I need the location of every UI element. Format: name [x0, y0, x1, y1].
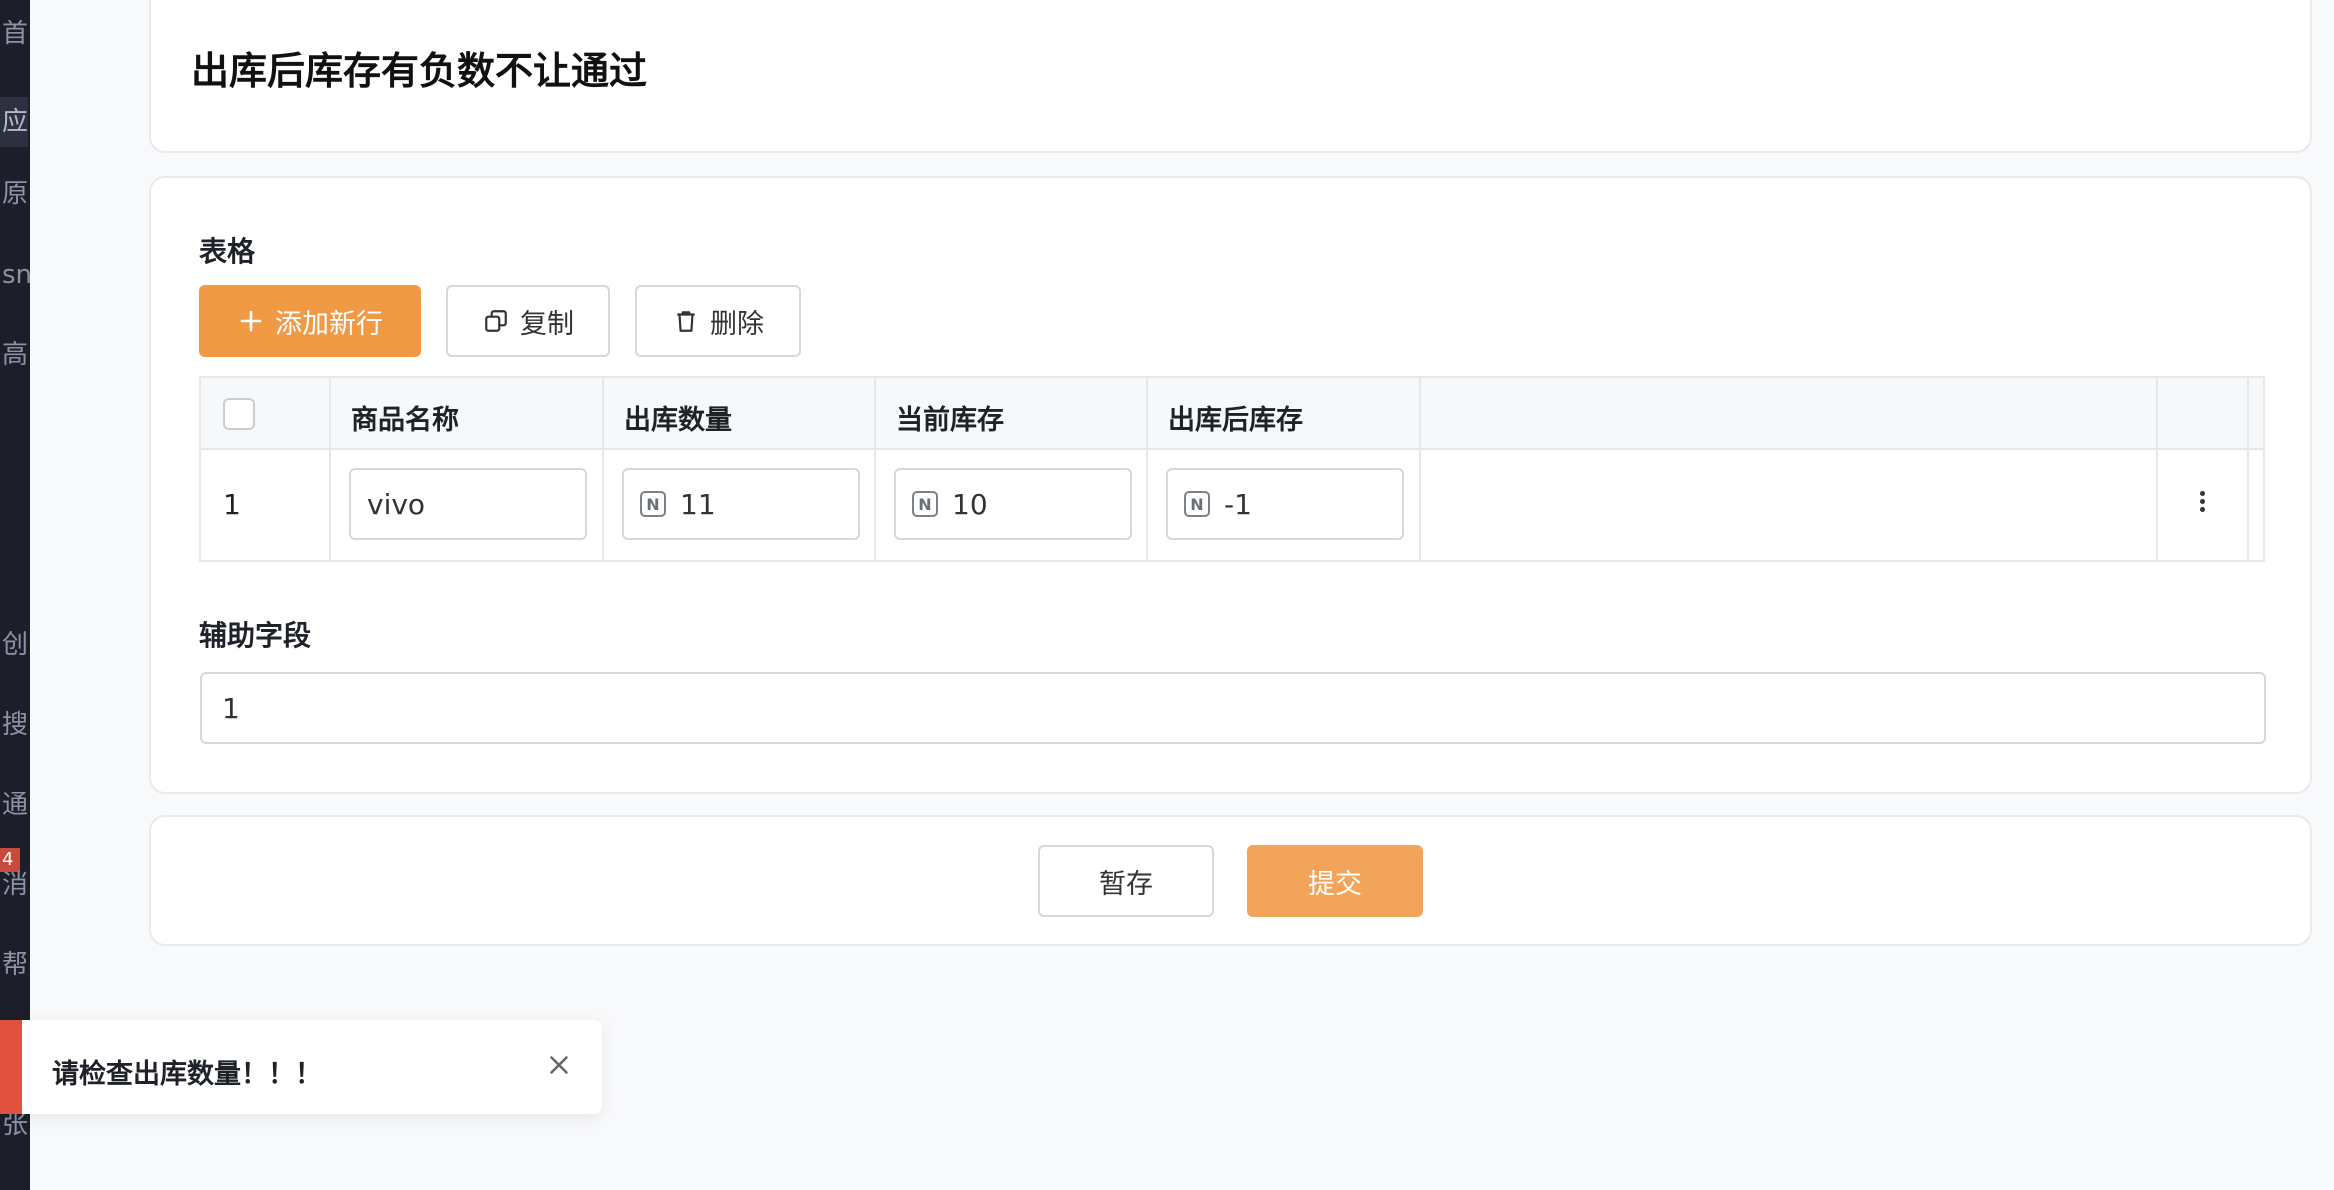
add-row-label: 添加新行 [275, 308, 383, 340]
stock-after-input[interactable]: N -1 [1166, 468, 1404, 540]
stock-after-cell: N -1 [1148, 450, 1421, 560]
sidebar-item-help[interactable]: 帮 [2, 948, 30, 982]
column-header: 当前库存 [876, 378, 1148, 448]
product-name-value: vivo [367, 487, 426, 521]
table-row: 1 vivo N 11 N 10 N -1 [201, 450, 2263, 560]
title-card: 出库后库存有负数不让通过 [149, 0, 2312, 153]
select-all-cell [201, 378, 331, 448]
number-icon: N [1184, 491, 1210, 517]
outbound-qty-value: 11 [680, 487, 716, 521]
sidebar-item-advanced[interactable]: 高 [2, 338, 30, 372]
copy-label: 复制 [520, 308, 574, 340]
copy-button[interactable]: 复制 [446, 285, 610, 357]
current-stock-value: 10 [952, 487, 988, 521]
row-index-cell: 1 [201, 450, 331, 560]
toast-message: 请检查出库数量！！！ [52, 1059, 322, 1090]
column-header-outbound-qty: 出库数量 [624, 405, 732, 436]
table-header: 商品名称 出库数量 当前库存 出库后库存 [201, 378, 2263, 450]
outbound-qty-input[interactable]: N 11 [622, 468, 860, 540]
outbound-qty-cell: N 11 [604, 450, 876, 560]
column-header: 出库后库存 [1148, 378, 1421, 448]
aux-field-input[interactable]: 1 [200, 672, 2266, 744]
table-section-label: 表格 [199, 235, 256, 268]
number-icon: N [912, 491, 938, 517]
close-icon[interactable] [544, 1050, 574, 1080]
column-header-stock-after: 出库后库存 [1168, 405, 1303, 436]
plus-icon [237, 307, 265, 335]
more-options-icon[interactable] [2200, 488, 2205, 515]
sidebar-item-create[interactable]: 创 [2, 628, 30, 662]
submit-button[interactable]: 提交 [1247, 845, 1423, 917]
page-title: 出库后库存有负数不让通过 [191, 49, 648, 93]
sidebar-item-contacts[interactable]: 通 [2, 788, 30, 822]
save-draft-button[interactable]: 暂存 [1038, 845, 1214, 917]
copy-icon [482, 307, 510, 335]
row-actions-cell [2158, 450, 2249, 560]
sidebar: 首 应 原 sn 高 创 搜 通 4 消 帮 张 [0, 0, 30, 1190]
current-stock-input[interactable]: N 10 [894, 468, 1132, 540]
row-spacer-cell [1421, 450, 2158, 560]
sidebar-item-prototype[interactable]: 原 [2, 177, 30, 211]
row-index: 1 [223, 488, 241, 521]
form-card: 表格 添加新行 复制 删除 商品名称 出库数量 当前库存 出库后库存 1 viv… [149, 176, 2312, 794]
column-header-spacer [1421, 378, 2158, 448]
save-draft-label: 暂存 [1099, 868, 1153, 900]
sidebar-item-messages[interactable]: 消 [2, 868, 30, 902]
aux-section-label: 辅助字段 [199, 619, 312, 652]
select-all-checkbox[interactable] [223, 398, 255, 430]
add-row-button[interactable]: 添加新行 [199, 285, 421, 357]
column-header: 出库数量 [604, 378, 876, 448]
column-header: 商品名称 [331, 378, 604, 448]
product-name-cell: vivo [331, 450, 604, 560]
aux-field-value: 1 [222, 691, 240, 725]
sidebar-item-search[interactable]: 搜 [2, 708, 30, 742]
current-stock-cell: N 10 [876, 450, 1148, 560]
sidebar-item-sn[interactable]: sn [2, 258, 30, 292]
submit-label: 提交 [1308, 868, 1362, 900]
sidebar-item-apps[interactable]: 应 [0, 97, 28, 147]
stock-after-value: -1 [1224, 487, 1252, 521]
column-header-product-name: 商品名称 [351, 405, 459, 436]
error-toast: 请检查出库数量！！！ [0, 1020, 602, 1114]
number-icon: N [640, 491, 666, 517]
trash-icon [672, 307, 700, 335]
data-table: 商品名称 出库数量 当前库存 出库后库存 1 vivo N 11 N 10 N … [199, 376, 2265, 562]
delete-button[interactable]: 删除 [635, 285, 801, 357]
actions-card: 暂存 提交 [149, 815, 2312, 946]
product-name-input[interactable]: vivo [349, 468, 587, 540]
sidebar-item-home[interactable]: 首 [2, 17, 30, 51]
column-header-current-stock: 当前库存 [896, 405, 1004, 436]
delete-label: 删除 [710, 308, 764, 340]
column-header-actions [2158, 378, 2249, 448]
